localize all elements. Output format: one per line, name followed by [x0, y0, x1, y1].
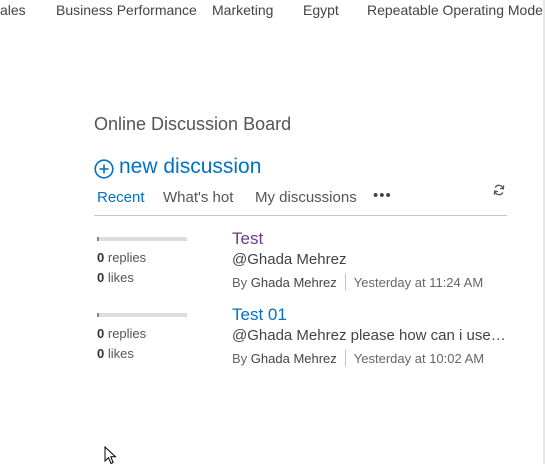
discussion-preview: @Ghada Mehrez: [232, 251, 347, 268]
board-title: Online Discussion Board: [94, 114, 292, 134]
meta-separator: [344, 273, 346, 291]
more-options-button[interactable]: •••: [373, 187, 392, 204]
tab-whats-hot[interactable]: What's hot: [163, 189, 233, 206]
discussion-title-link[interactable]: Test: [232, 229, 263, 249]
new-discussion-label: new discussion: [119, 155, 262, 178]
likes-count: 0 likes: [97, 270, 134, 285]
likes-number: 0: [97, 270, 105, 285]
likes-number: 0: [97, 346, 105, 361]
nav-tab-business-performance[interactable]: Business Performance: [56, 2, 197, 18]
post-timestamp: Yesterday at 11:24 AM: [353, 274, 484, 290]
activity-bar: [97, 313, 187, 317]
likes-label: likes: [107, 346, 134, 361]
by-label: By: [232, 350, 248, 366]
nav-tab-sales[interactable]: ales: [0, 2, 26, 18]
replies-label: replies: [107, 326, 147, 341]
refresh-icon[interactable]: [493, 184, 505, 196]
top-navigation: ales Business Performance Marketing Egyp…: [0, 0, 545, 24]
discussion-meta: By Ghada Mehrez Yesterday at 11:24 AM: [232, 273, 483, 291]
replies-number: 0: [97, 326, 105, 341]
discussion-meta: By Ghada Mehrez Yesterday at 10:02 AM: [232, 349, 484, 367]
new-discussion-button[interactable]: new discussion: [94, 154, 261, 180]
replies-count: 0 replies: [97, 326, 146, 341]
discussion-title-link[interactable]: Test 01: [232, 305, 287, 325]
author-link[interactable]: Ghada Mehrez: [251, 275, 337, 290]
mouse-cursor-icon: [104, 446, 117, 465]
add-circle-icon: [94, 158, 114, 179]
by-label: By: [232, 274, 248, 290]
discussion-item: 0 replies 0 likes Test 01 @Ghada Mehrez …: [94, 305, 514, 377]
view-divider: [94, 215, 507, 216]
replies-label: replies: [107, 250, 147, 265]
nav-tab-repeatable-operating-model[interactable]: Repeatable Operating Model (: [367, 2, 545, 18]
activity-bar: [97, 237, 187, 241]
likes-count: 0 likes: [97, 346, 134, 361]
author-link[interactable]: Ghada Mehrez: [251, 351, 337, 366]
nav-tab-egypt[interactable]: Egypt: [303, 2, 339, 18]
likes-label: likes: [107, 270, 134, 285]
replies-number: 0: [97, 250, 105, 265]
tab-my-discussions[interactable]: My discussions: [255, 189, 357, 206]
discussion-preview: @Ghada Mehrez please how can i use t...: [232, 327, 507, 344]
tab-recent[interactable]: Recent: [97, 189, 145, 206]
nav-tab-marketing[interactable]: Marketing: [212, 2, 273, 18]
discussion-item: 0 replies 0 likes Test @Ghada Mehrez By …: [94, 229, 514, 301]
meta-separator: [344, 349, 346, 367]
replies-count: 0 replies: [97, 250, 146, 265]
post-timestamp: Yesterday at 10:02 AM: [353, 350, 485, 366]
